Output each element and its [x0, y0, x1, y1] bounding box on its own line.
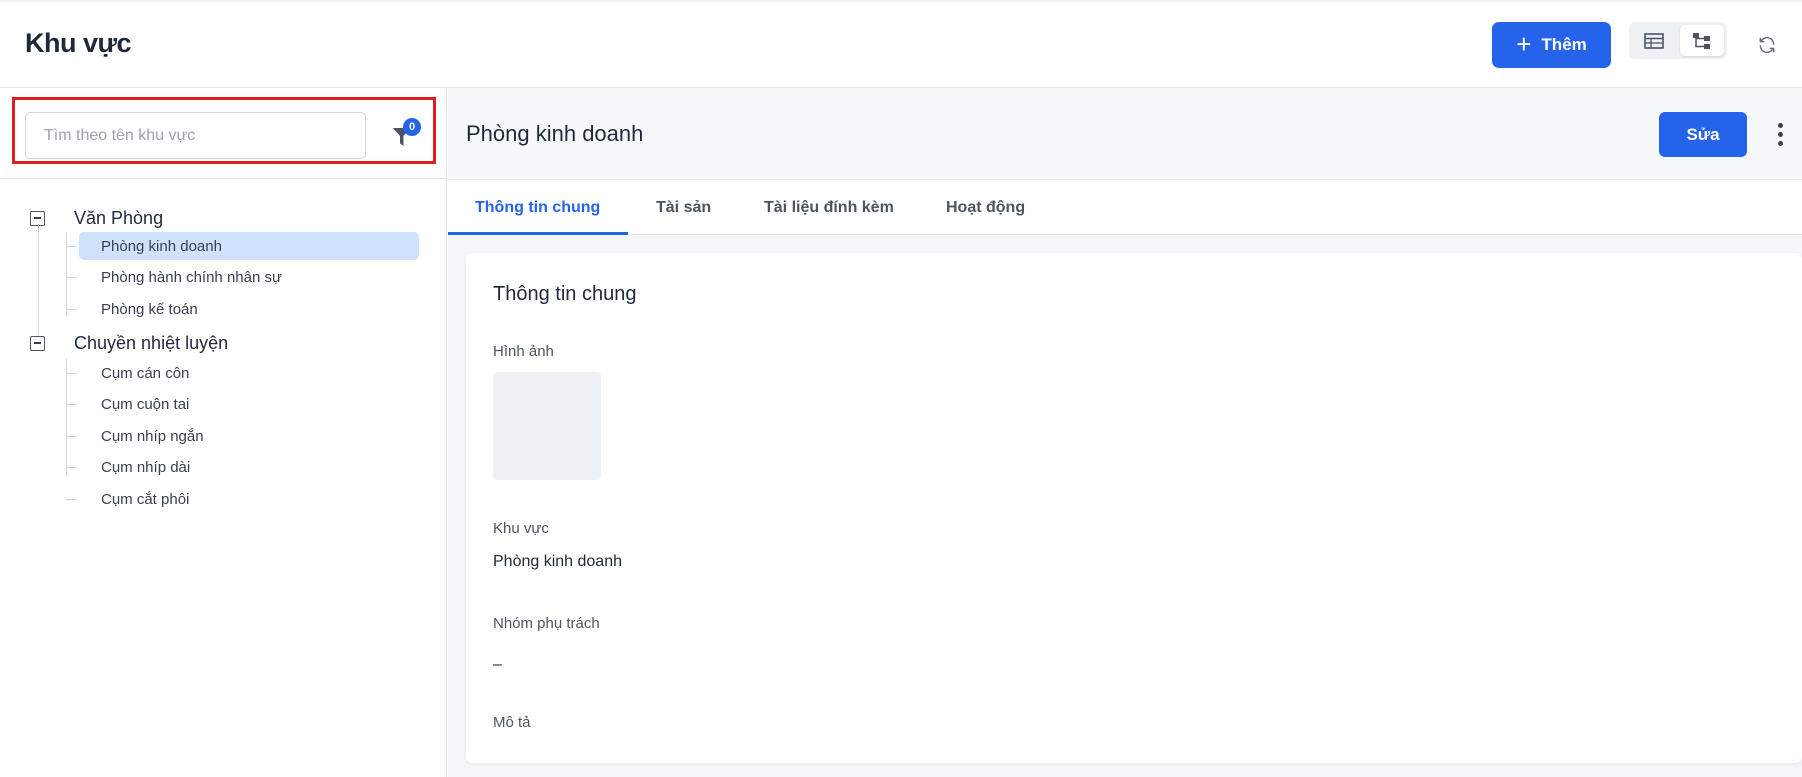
tree-connector	[66, 309, 77, 310]
general-info-card: Thông tin chung Hình ảnh Khu vực Phòng k…	[466, 253, 1802, 763]
plus-icon: +	[1516, 29, 1532, 59]
table-view-button[interactable]	[1632, 25, 1676, 56]
add-button-label: Thêm	[1541, 35, 1587, 54]
top-header: Khu vực + Thêm	[0, 0, 1802, 88]
tree-guide-line	[66, 232, 67, 316]
tree-view-button[interactable]	[1680, 25, 1724, 56]
tree-view-icon	[1693, 32, 1710, 49]
tree-connector	[66, 499, 77, 500]
tree-connector	[66, 277, 77, 278]
tab-general-info[interactable]: Thông tin chung	[475, 180, 600, 235]
refresh-icon	[1759, 36, 1775, 54]
tree-connector	[66, 404, 77, 405]
tree-connector	[66, 246, 77, 247]
collapse-toggle-icon[interactable]	[30, 335, 45, 351]
detail-header: Phòng kinh doanh Sửa	[448, 88, 1802, 180]
tree-item-phong-ke-toan[interactable]: Phòng kế toán	[79, 295, 419, 323]
edit-button[interactable]: Sửa	[1659, 112, 1747, 157]
more-options-icon[interactable]	[1772, 116, 1788, 152]
refresh-button[interactable]	[1753, 31, 1781, 59]
description-label: Mô tả	[493, 714, 531, 731]
area-sidebar: 0 Văn Phòng Phòng kinh doanh Phòng hành …	[0, 88, 447, 777]
dot	[1777, 140, 1783, 146]
tab-activity[interactable]: Hoạt động	[946, 180, 1025, 235]
view-toggle	[1629, 22, 1727, 59]
tree-connector	[66, 467, 77, 468]
image-label: Hình ảnh	[493, 343, 554, 360]
tree-connector	[66, 373, 77, 374]
tree-node-label[interactable]: Văn Phòng	[74, 208, 163, 229]
tree-item-cum-can-con[interactable]: Cụm cán côn	[79, 359, 419, 387]
tree-item-cum-nhip-ngan[interactable]: Cụm nhíp ngắn	[79, 422, 419, 450]
tree-node-label[interactable]: Chuyền nhiệt luyện	[74, 333, 228, 354]
tree-node-van-phong: Văn Phòng	[0, 204, 440, 232]
detail-title: Phòng kinh doanh	[466, 121, 644, 146]
tree-item-cum-cat-phoi[interactable]: Cụm cắt phôi	[79, 485, 419, 513]
filter-button[interactable]: 0	[391, 118, 423, 150]
detail-tabs: Thông tin chung Tài sản Tài liệu đính kè…	[448, 180, 1802, 235]
tree-item-phong-kinh-doanh[interactable]: Phòng kinh doanh	[79, 232, 419, 260]
group-label: Nhóm phụ trách	[493, 615, 600, 632]
card-title: Thông tin chung	[493, 283, 637, 305]
group-value: –	[493, 656, 502, 673]
tab-attachments[interactable]: Tài liệu đính kèm	[764, 180, 894, 235]
tree-item-phong-hanh-chinh[interactable]: Phòng hành chính nhân sự	[79, 263, 419, 291]
dot	[1777, 122, 1783, 128]
tree-guide-line	[66, 359, 67, 475]
search-zone: 0	[0, 88, 447, 179]
tree-connector	[66, 436, 77, 437]
tree-item-cum-cuon-tai[interactable]: Cụm cuộn tai	[79, 390, 419, 418]
add-button[interactable]: + Thêm	[1492, 22, 1611, 68]
area-label: Khu vực	[493, 520, 549, 537]
filter-count-badge: 0	[403, 118, 421, 136]
detail-panel: Phòng kinh doanh Sửa Thông tin chung Tài…	[448, 88, 1802, 777]
page-title: Khu vực	[25, 28, 132, 58]
area-value: Phòng kinh doanh	[493, 553, 622, 570]
search-input[interactable]	[25, 112, 366, 159]
table-view-icon	[1644, 32, 1664, 49]
dot	[1777, 131, 1783, 137]
tree-guide-line	[38, 224, 39, 342]
tab-assets[interactable]: Tài sản	[656, 180, 711, 235]
tree-item-cum-nhip-dai[interactable]: Cụm nhíp dài	[79, 453, 419, 481]
active-tab-indicator	[448, 232, 628, 235]
tree-node-chuyen-nhiet-luyen: Chuyền nhiệt luyện	[0, 329, 440, 357]
image-placeholder	[493, 372, 601, 480]
